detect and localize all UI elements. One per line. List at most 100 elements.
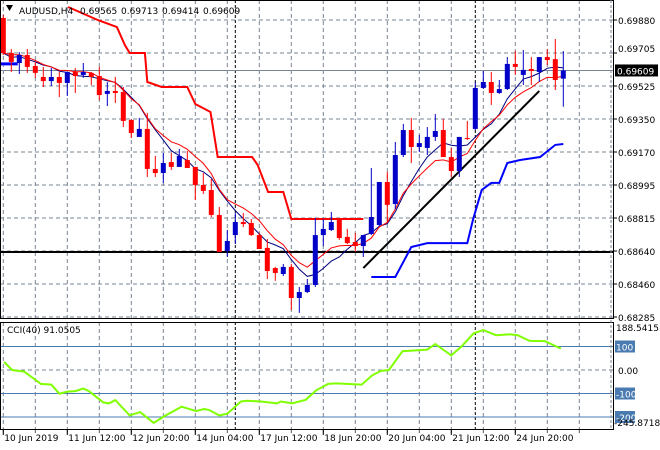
- x-tick-label: 21 Jun 12:00: [452, 434, 509, 444]
- symbol-timeframe: AUDUSD,H4: [19, 7, 74, 17]
- candle-body: [400, 130, 406, 155]
- candle-body: [16, 55, 22, 64]
- candle-body: [264, 247, 270, 271]
- candle-body: [32, 65, 38, 73]
- candle-body: [1, 17, 6, 53]
- indicator-overlays: [1, 6, 613, 278]
- x-tick-label: 11 Jun 12:00: [68, 434, 125, 444]
- candle-body: [552, 59, 558, 80]
- upper-channel-line: [67, 6, 364, 220]
- y-tick-label: 0.68460: [618, 281, 655, 291]
- candle-body: [472, 87, 478, 129]
- candle-body: [272, 268, 278, 274]
- candle-body: [192, 166, 198, 185]
- candle-body: [368, 216, 374, 234]
- candle-body: [104, 90, 110, 94]
- candle-body: [40, 76, 46, 82]
- candle-body: [440, 130, 446, 158]
- candle-body: [336, 219, 342, 239]
- x-tick-label: 10 Jun 2019: [4, 434, 58, 444]
- price-chart[interactable]: 100-100-2000.00188.5415-245.8718CCI(40) …: [0, 0, 660, 450]
- candle-body: [560, 70, 566, 79]
- moving-average-slow: [3, 52, 564, 277]
- candle-body: [200, 184, 206, 191]
- candle-body: [448, 157, 454, 172]
- candle-body: [216, 214, 222, 253]
- candle-body: [96, 76, 102, 96]
- dropdown-triangle-icon[interactable]: [6, 5, 13, 11]
- candle-body: [176, 155, 182, 167]
- cci-min-label: -245.8718: [614, 419, 660, 429]
- candle-body: [320, 228, 326, 236]
- current-price-label: 0.69609: [617, 67, 654, 77]
- candle-body: [520, 69, 526, 75]
- candle-body: [488, 82, 494, 93]
- candle-body: [528, 68, 534, 72]
- x-tick-label: 24 Jun 20:00: [516, 434, 573, 444]
- cci-line: [3, 329, 562, 425]
- moving-average-fast: [3, 52, 564, 268]
- candle-body: [504, 63, 510, 90]
- header-high: 0.69713: [121, 7, 158, 17]
- candle-body: [152, 168, 158, 174]
- y-tick-label: 0.69705: [618, 45, 655, 55]
- candle-body: [456, 136, 462, 172]
- candle-body: [408, 130, 414, 147]
- candle-body: [208, 190, 214, 215]
- header-low: 0.69414: [162, 7, 199, 17]
- cci-panel-frame: [0, 322, 614, 430]
- chart-header: AUDUSD,H4 0.69565 0.69713 0.69414 0.6960…: [6, 5, 240, 17]
- y-tick-label: 0.68815: [618, 215, 655, 225]
- candle-body: [248, 222, 254, 236]
- candle-body: [160, 163, 166, 174]
- candle-body: [232, 222, 238, 236]
- y-tick-label: 0.69170: [618, 149, 655, 159]
- y-tick-label: 0.68640: [618, 248, 655, 258]
- x-tick-label: 14 Jun 04:00: [196, 434, 253, 444]
- candle-body: [56, 76, 62, 83]
- candle-body: [184, 160, 190, 169]
- cci-level-label: 100: [616, 344, 633, 354]
- x-tick-label: 12 Jun 20:00: [132, 434, 189, 444]
- candle-body: [464, 138, 470, 140]
- candle-body: [480, 82, 486, 88]
- candle-body: [240, 222, 246, 225]
- candle-body: [256, 235, 262, 250]
- candle-body: [72, 71, 78, 77]
- candle-body: [168, 162, 174, 167]
- candle-body: [352, 241, 358, 247]
- header-open: 0.69565: [80, 7, 117, 17]
- candle-body: [544, 57, 550, 61]
- candle-body: [312, 235, 318, 285]
- y-tick-label: 0.68995: [618, 182, 655, 192]
- y-tick-label: 0.69880: [618, 17, 655, 27]
- candle-body: [128, 119, 134, 134]
- grid: [0, 0, 613, 429]
- cci-level-label: -100: [616, 391, 637, 401]
- candle-body: [144, 128, 150, 169]
- candle-body: [8, 52, 14, 62]
- candle-body: [64, 71, 70, 83]
- candle-body: [88, 72, 94, 77]
- candle-body: [496, 89, 502, 93]
- candle-body: [304, 284, 310, 293]
- cci-zero-label: 0.00: [618, 367, 638, 377]
- candle-body: [344, 236, 350, 244]
- candle-body: [112, 90, 118, 93]
- candles: [1, 14, 566, 313]
- y-tick-label: 0.69525: [618, 83, 655, 93]
- x-tick-label: 17 Jun 12:00: [260, 434, 317, 444]
- header-close: 0.69609: [203, 7, 240, 17]
- candle-body: [288, 266, 294, 298]
- cci-title: CCI(40) 91.0505: [7, 326, 81, 336]
- y-tick-label: 0.68285: [618, 314, 655, 324]
- candle-body: [80, 71, 86, 75]
- y-tick-label: 0.69350: [618, 116, 655, 126]
- candle-body: [280, 266, 286, 274]
- x-tick-label: 20 Jun 04:00: [388, 434, 445, 444]
- candle-body: [360, 235, 366, 247]
- candle-body: [48, 76, 54, 82]
- candle-body: [224, 241, 230, 251]
- candle-body: [120, 92, 126, 121]
- candle-body: [536, 57, 542, 72]
